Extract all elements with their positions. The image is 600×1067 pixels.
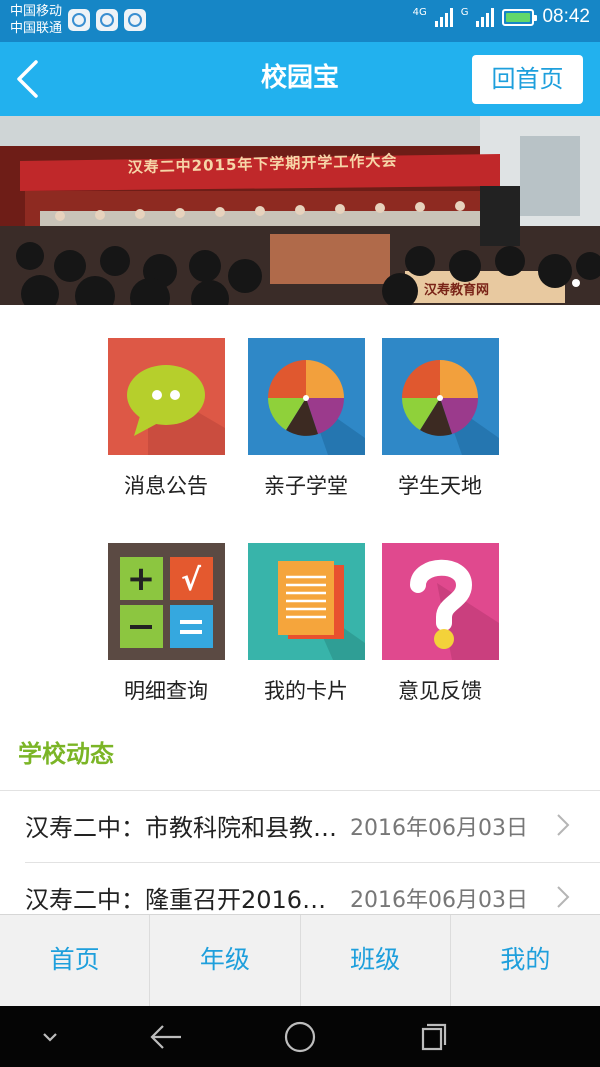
tab-home[interactable]: 首页 xyxy=(0,915,151,1006)
notification-icons xyxy=(68,9,146,31)
tile-label: 我的卡片 xyxy=(264,679,348,703)
tile-label: 明细查询 xyxy=(124,679,208,703)
svg-text:√: √ xyxy=(181,563,202,598)
news-date: 2016年06月03日 xyxy=(350,888,528,913)
status-indicators: 4G G 08:42 xyxy=(413,6,590,28)
tab-mine[interactable]: 我的 xyxy=(451,915,600,1006)
tab-grade[interactable]: 年级 xyxy=(150,915,301,1006)
feature-grid: 消息公告 亲子学堂 学生天地 + √ 明细查询 我的卡片 意见反馈 xyxy=(0,305,600,725)
network-type-2: G xyxy=(460,7,469,18)
home-nav-icon[interactable] xyxy=(281,1018,319,1056)
carrier-1: 中国移动 xyxy=(10,4,63,19)
app-notification-icon xyxy=(68,9,90,31)
tile-label: 学生天地 xyxy=(398,474,482,498)
carousel-indicator[interactable] xyxy=(572,279,580,287)
tile-parent-school[interactable]: 亲子学堂 xyxy=(236,338,376,518)
battery-icon xyxy=(502,8,538,26)
back-arrow-icon xyxy=(17,60,38,98)
app-bar: 校园宝 回首页 xyxy=(0,42,600,116)
banner-watermark: 汉寿教育网 xyxy=(424,283,490,298)
bottom-tab-bar: 首页 年级 班级 我的 xyxy=(0,914,600,1006)
section-title: 学校动态 xyxy=(18,740,114,768)
pie-chart-icon xyxy=(382,338,499,455)
signal-strength-icon xyxy=(434,7,453,27)
signal-strength-icon xyxy=(476,7,495,27)
back-button[interactable] xyxy=(10,54,50,104)
tile-feedback[interactable]: 意见反馈 xyxy=(370,543,510,723)
tile-student-world[interactable]: 学生天地 xyxy=(370,338,510,518)
network-type-1: 4G xyxy=(412,7,427,18)
news-title: 汉寿二中：隆重召开2016年高考动员大会 xyxy=(25,886,345,914)
speech-bubble-icon xyxy=(108,338,225,455)
tab-class[interactable]: 班级 xyxy=(301,915,451,1006)
tile-label: 消息公告 xyxy=(124,474,208,498)
question-mark-icon xyxy=(382,543,499,660)
chevron-right-icon xyxy=(557,814,570,836)
tile-detail-query[interactable]: + √ 明细查询 xyxy=(96,543,236,723)
tile-message-notice[interactable]: 消息公告 xyxy=(96,338,236,518)
news-item[interactable]: 汉寿二中：市教科院和县教育局领导莅临我校指导工作 2016年06月03日 xyxy=(0,790,600,862)
chevron-down-icon[interactable] xyxy=(31,1018,69,1056)
tile-my-cards[interactable]: 我的卡片 xyxy=(236,543,376,723)
news-date: 2016年06月03日 xyxy=(350,816,528,841)
banner-photo xyxy=(0,116,600,305)
recent-apps-icon[interactable] xyxy=(414,1018,452,1056)
system-nav-bar xyxy=(0,1006,600,1067)
tile-label: 亲子学堂 xyxy=(264,474,348,498)
cards-icon xyxy=(248,543,365,660)
chevron-right-icon xyxy=(557,886,570,908)
pie-chart-icon xyxy=(248,338,365,455)
banner-carousel[interactable]: 汉寿二中2015年下学期开学工作大会 汉寿教育网 xyxy=(0,116,600,305)
svg-text:+: + xyxy=(127,559,156,599)
status-bar: 中国移动 中国联通 4G G 08:42 xyxy=(0,0,600,42)
home-button[interactable]: 回首页 xyxy=(472,55,583,104)
back-nav-icon[interactable] xyxy=(147,1018,185,1056)
news-title: 汉寿二中：市教科院和县教育局领导莅临我校指导工作 xyxy=(25,814,345,842)
calculator-icon: + √ xyxy=(108,543,225,660)
carrier-labels: 中国移动 中国联通 xyxy=(10,3,62,37)
app-screen: 中国移动 中国联通 4G G 08:42 校园宝 回首页 汉寿二中2015年下学… xyxy=(0,0,600,1067)
app-notification-icon xyxy=(124,9,146,31)
tile-label: 意见反馈 xyxy=(398,679,482,703)
carrier-2: 中国联通 xyxy=(10,21,63,36)
app-notification-icon xyxy=(96,9,118,31)
clock: 08:42 xyxy=(542,6,590,27)
